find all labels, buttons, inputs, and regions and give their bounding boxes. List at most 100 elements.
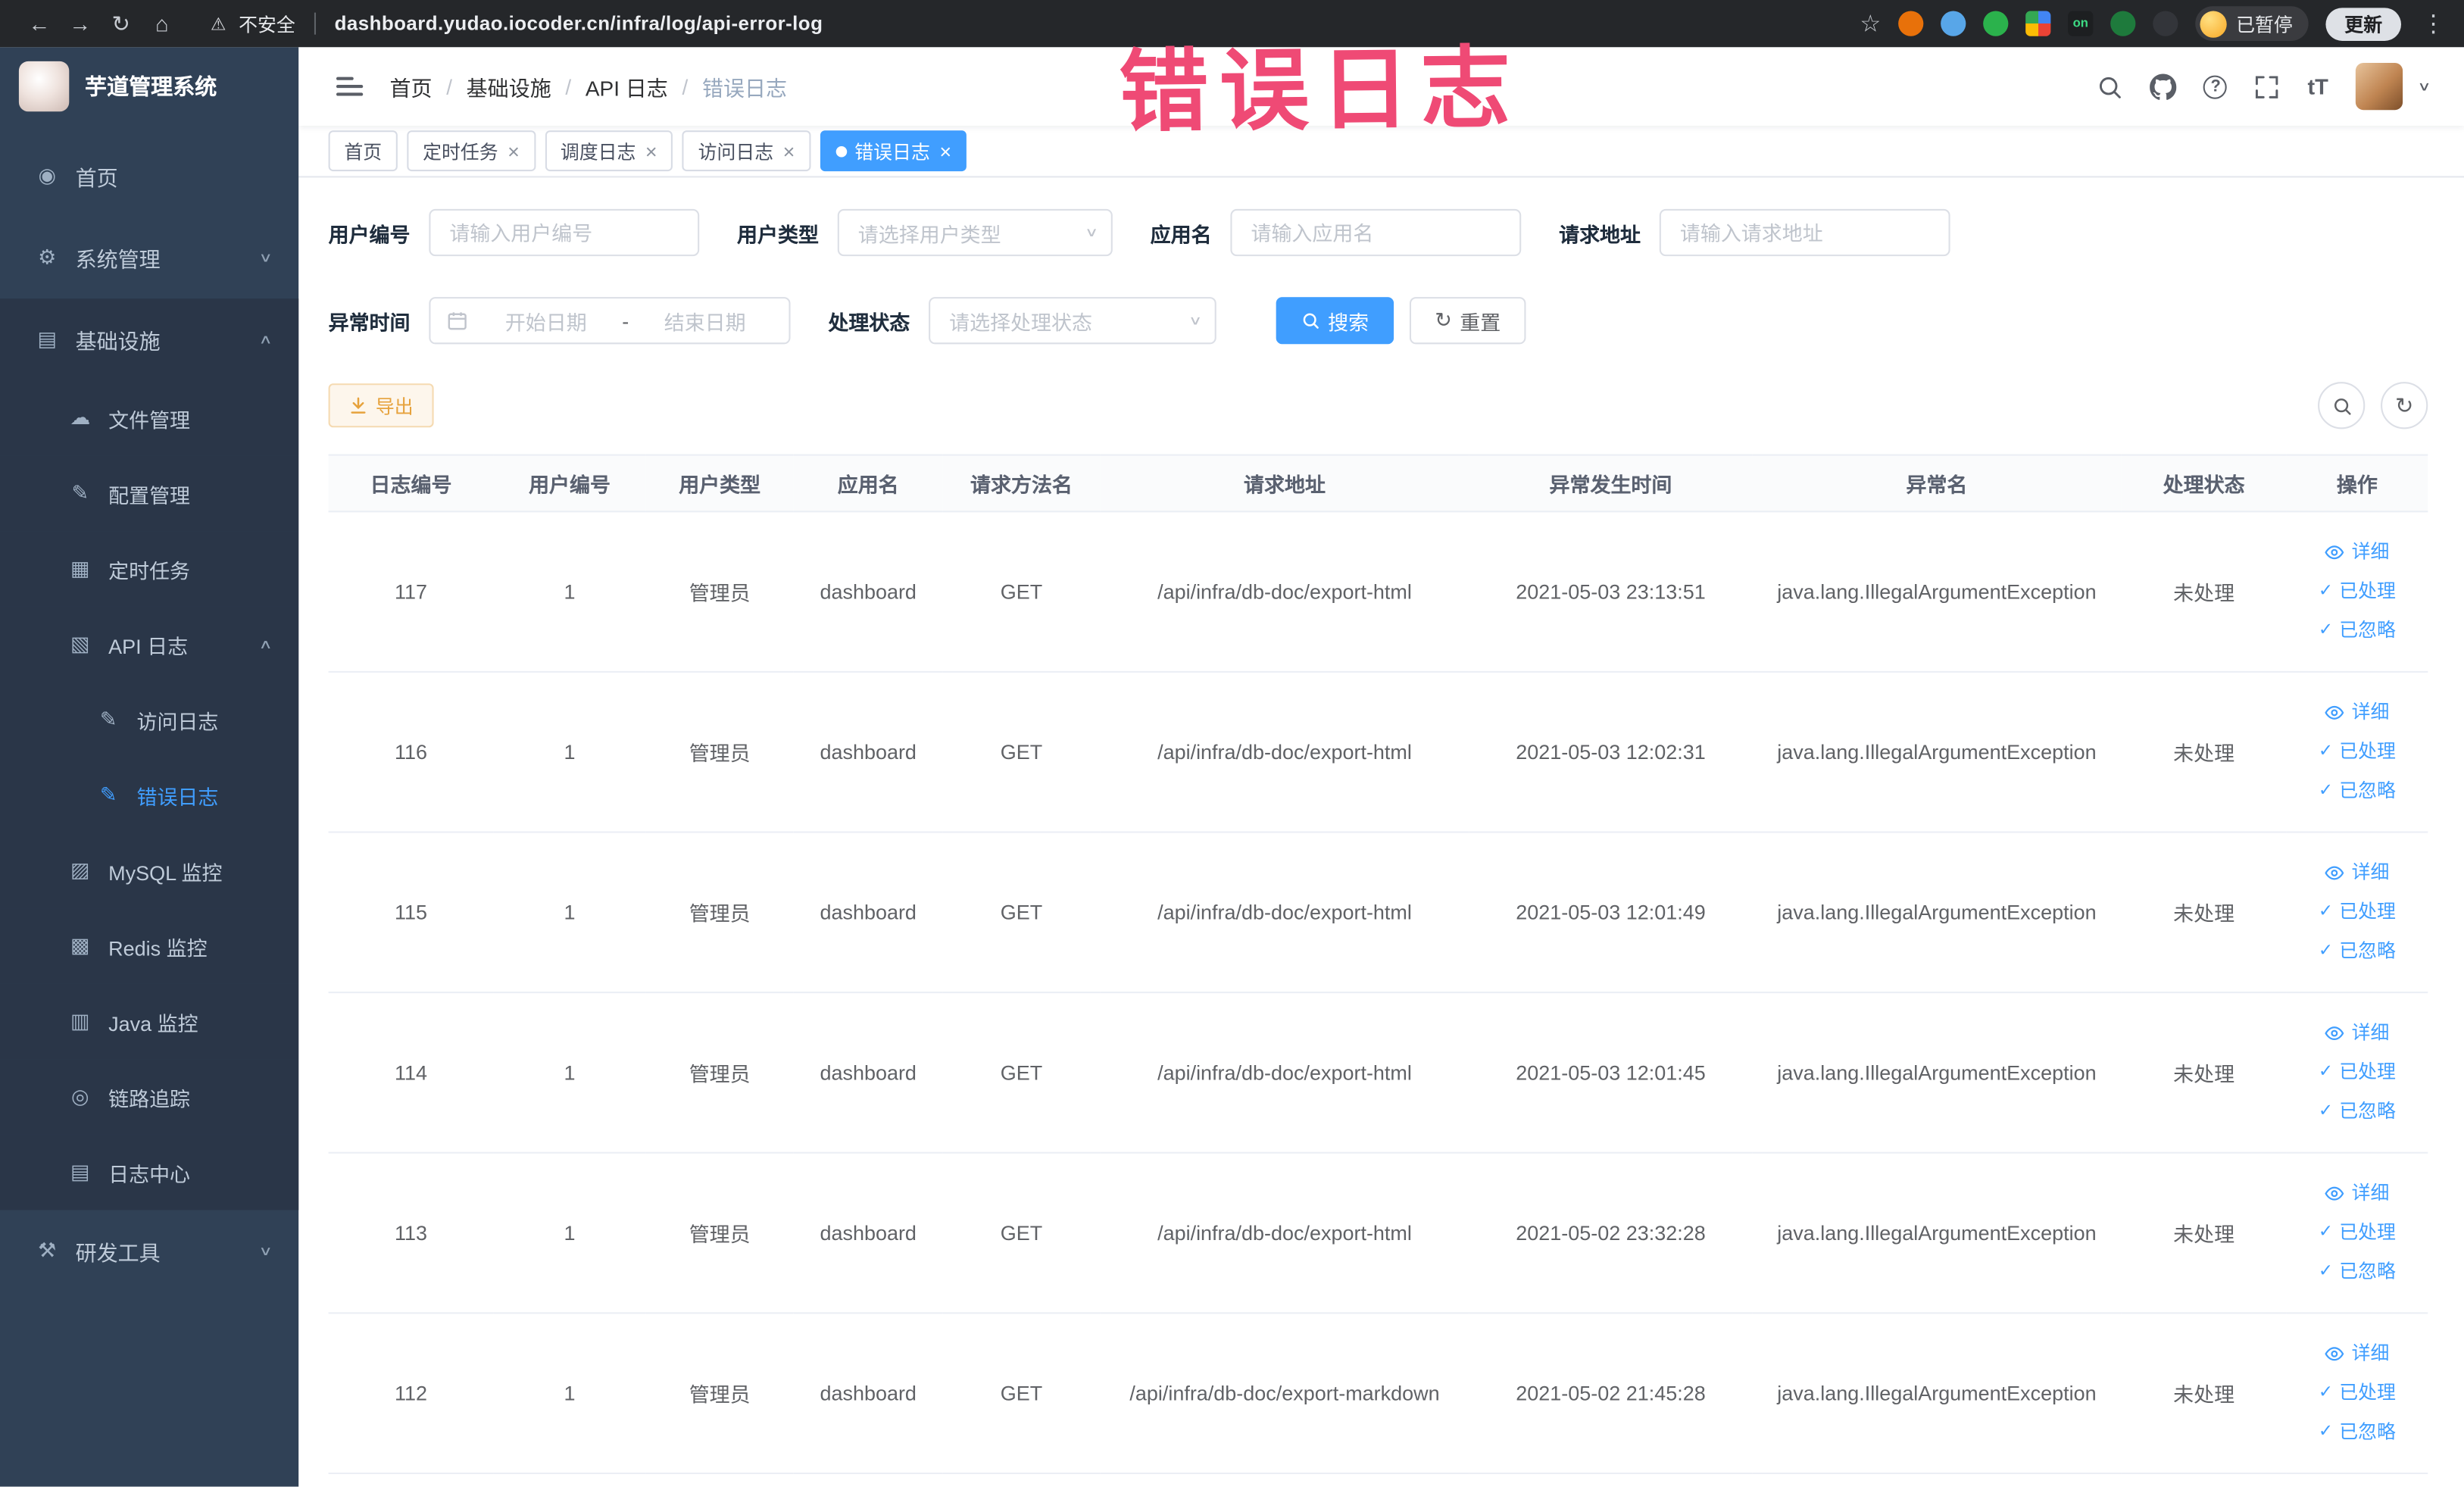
fullscreen-icon[interactable]: [2254, 73, 2281, 99]
action-ignored-link[interactable]: ✓ 已忽略: [2293, 611, 2422, 651]
action-ignored-link[interactable]: ✓ 已忽略: [2293, 932, 2422, 971]
cell-log-id: 117: [328, 511, 494, 673]
column-header: 处理状态: [2121, 454, 2287, 513]
sidebar-item-java[interactable]: ▥ Java 监控: [0, 983, 299, 1060]
action-ignored-link[interactable]: ✓ 已忽略: [2293, 1092, 2422, 1132]
home-icon[interactable]: ⌂: [142, 11, 183, 36]
close-icon[interactable]: ×: [507, 141, 520, 161]
reset-button[interactable]: ↻ 重置: [1410, 297, 1526, 345]
user-avatar[interactable]: [2355, 62, 2403, 111]
action-detail-link[interactable]: 详细: [2293, 1174, 2422, 1214]
action-detail-link[interactable]: 详细: [2293, 533, 2422, 572]
action-processed-link[interactable]: ✓ 已处理: [2293, 892, 2422, 932]
action-detail-link[interactable]: 详细: [2293, 1334, 2422, 1373]
export-button[interactable]: 导出: [328, 383, 434, 428]
sidebar-item-config[interactable]: ✎ 配置管理: [0, 455, 299, 532]
help-icon[interactable]: ?: [2203, 74, 2228, 98]
sidebar-item-job[interactable]: ▦ 定时任务: [0, 531, 299, 607]
close-icon[interactable]: ×: [645, 141, 657, 161]
cell-exception: java.lang.IllegalArgumentException: [1752, 671, 2122, 833]
action-ignored-link[interactable]: ✓ 已忽略: [2293, 1413, 2422, 1452]
search-icon[interactable]: [2097, 73, 2123, 99]
toggle-search-button[interactable]: [2318, 382, 2366, 430]
extension-icon-3[interactable]: [1983, 11, 2009, 36]
extension-icon-1[interactable]: [1898, 11, 1924, 36]
chevron-down-icon: ∨: [258, 1244, 273, 1259]
address-separator: [314, 12, 316, 35]
action-ignored-link[interactable]: ✓ 已忽略: [2293, 772, 2422, 811]
address-bar[interactable]: ⚠ 不安全 dashboard.yudao.iocoder.cn/infra/l…: [211, 10, 823, 36]
extension-icon-6[interactable]: [2110, 11, 2136, 36]
sidebar-item-mysql[interactable]: ▨ MySQL 监控: [0, 833, 299, 909]
breadcrumb-item-1[interactable]: 首页: [390, 70, 433, 102]
action-processed-link[interactable]: ✓ 已处理: [2293, 1373, 2422, 1413]
action-processed-link[interactable]: ✓ 已处理: [2293, 1053, 2422, 1092]
sidebar-item-system[interactable]: ⚙ 系统管理 ∨: [0, 217, 298, 298]
tab-job[interactable]: 定时任务 ×: [407, 130, 536, 172]
tab-access-log[interactable]: 访问日志 ×: [682, 130, 811, 172]
sidebar-item-infra[interactable]: ▤ 基础设施 ∧: [0, 298, 299, 381]
action-processed-link[interactable]: ✓ 已处理: [2293, 1214, 2422, 1253]
app-logo[interactable]: 芋道管理系统: [0, 47, 298, 126]
tab-job-log[interactable]: 调度日志 ×: [545, 130, 673, 172]
back-icon[interactable]: ←: [19, 11, 60, 36]
exception-time-range-picker[interactable]: 开始日期 - 结束日期: [429, 297, 791, 345]
tab-error-log[interactable]: 错误日志 ×: [820, 130, 967, 172]
request-url-input[interactable]: [1659, 208, 1950, 257]
sidebar-item-redis[interactable]: ▩ Redis 监控: [0, 908, 299, 984]
hamburger-icon[interactable]: [336, 77, 364, 96]
forward-icon[interactable]: →: [60, 11, 101, 36]
action-detail-link[interactable]: 详细: [2293, 854, 2422, 893]
security-warning-label[interactable]: 不安全: [239, 10, 295, 36]
sidebar-item-devtools[interactable]: ⚒ 研发工具 ∨: [0, 1210, 298, 1292]
sidebar-item-api-log[interactable]: ▧ API 日志 ∧: [0, 606, 299, 683]
font-size-icon[interactable]: tT: [2307, 74, 2328, 99]
app-name-input[interactable]: [1230, 208, 1522, 257]
cell-status: 未处理: [2121, 671, 2287, 833]
security-warning-icon[interactable]: ⚠: [211, 14, 226, 34]
refresh-table-button[interactable]: ↻: [2381, 382, 2428, 430]
action-label: 详细: [2351, 701, 2390, 723]
search-button[interactable]: 搜索: [1276, 297, 1394, 345]
java-monitor-icon: ▥: [70, 1008, 90, 1033]
bookmark-star-icon[interactable]: ☆: [1860, 9, 1881, 38]
process-status-select[interactable]: 请选择处理状态 ∨: [929, 297, 1216, 345]
breadcrumb-item-3[interactable]: API 日志: [586, 70, 668, 102]
sidebar-item-tracing[interactable]: ◎ 链路追踪: [0, 1059, 299, 1135]
eye-icon: [2325, 1344, 2345, 1364]
action-processed-link[interactable]: ✓ 已处理: [2293, 572, 2422, 611]
sidebar-item-home[interactable]: ◉ 首页: [0, 135, 298, 217]
cloud-icon: ☁: [70, 405, 91, 430]
action-label: 已处理: [2339, 579, 2396, 602]
url-text[interactable]: dashboard.yudao.iocoder.cn/infra/log/api…: [335, 13, 823, 35]
close-icon[interactable]: ×: [783, 141, 795, 161]
extension-icon-7[interactable]: [2153, 11, 2178, 36]
column-header: 异常发生时间: [1469, 454, 1753, 513]
browser-menu-icon[interactable]: ⋮: [2422, 9, 2445, 38]
extension-icon-2[interactable]: [1941, 11, 1966, 36]
profile-paused-badge[interactable]: 已暂停: [2195, 6, 2309, 41]
breadcrumb-item-2[interactable]: 基础设施: [467, 70, 551, 102]
github-icon[interactable]: [2150, 73, 2178, 99]
sidebar-item-file[interactable]: ☁ 文件管理: [0, 380, 299, 456]
sidebar-item-log-center[interactable]: ▤ 日志中心: [0, 1134, 299, 1211]
extension-icon-4[interactable]: [2025, 11, 2051, 36]
tab-home[interactable]: 首页: [328, 130, 398, 172]
sidebar-item-access-log[interactable]: ✎ 访问日志: [0, 682, 299, 758]
avatar-caret-down-icon[interactable]: ∨: [2417, 80, 2431, 93]
extension-icon-5[interactable]: on: [2068, 11, 2094, 36]
action-detail-link[interactable]: 详细: [2293, 693, 2422, 733]
sidebar-item-error-log[interactable]: ✎ 错误日志: [0, 757, 299, 833]
action-processed-link[interactable]: ✓ 已处理: [2293, 733, 2422, 772]
cell-url: /api/infra/db-doc/export-html: [1100, 511, 1469, 673]
reload-icon[interactable]: ↻: [101, 10, 142, 36]
action-ignored-link[interactable]: ✓ 已忽略: [2293, 1252, 2422, 1292]
close-icon[interactable]: ×: [939, 141, 951, 161]
user-id-input[interactable]: [429, 208, 700, 257]
date-range-separator: -: [622, 308, 629, 333]
action-detail-link[interactable]: 详细: [2293, 1014, 2422, 1053]
cell-log-id: 116: [328, 671, 494, 833]
user-type-select[interactable]: 请选择用户类型 ∨: [837, 208, 1113, 257]
chrome-update-button[interactable]: 更新: [2325, 7, 2402, 40]
action-label: 详细: [2351, 1021, 2390, 1044]
